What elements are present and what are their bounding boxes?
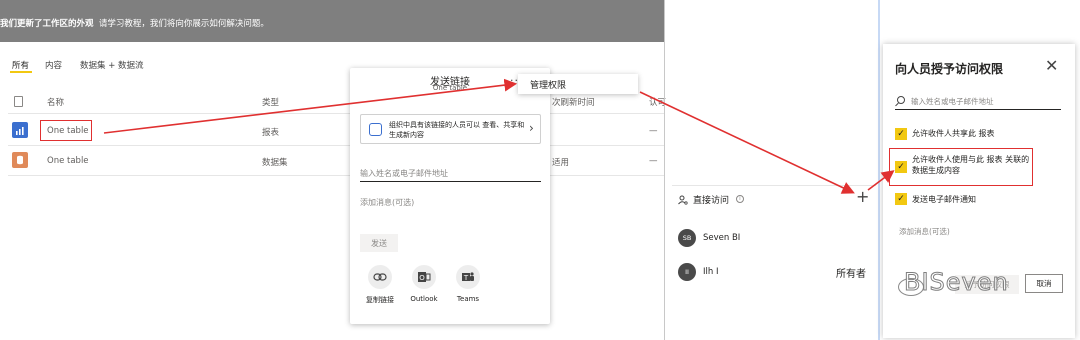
arrow-to-manage (103, 78, 518, 134)
arrow-to-add (639, 91, 855, 194)
arrow-to-option (867, 170, 895, 191)
annotation-arrows (103, 78, 895, 194)
